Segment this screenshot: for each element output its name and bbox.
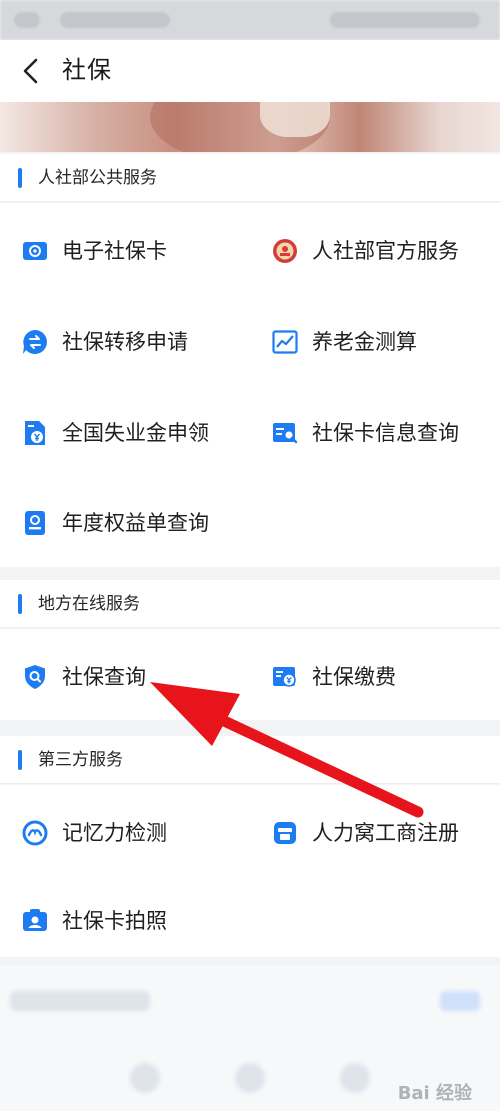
service-item-social-security-payment[interactable]: 社保缴费 [272, 657, 396, 697]
section-title: 地方在线服务 [38, 594, 140, 614]
banner-image[interactable] [0, 102, 500, 152]
service-label: 全国失业金申领 [62, 421, 209, 445]
bottom-area-blurred: Bai 经验 [0, 965, 500, 1111]
status-icon [14, 12, 40, 28]
service-item-e-card[interactable]: 电子社保卡 [22, 231, 167, 271]
section-header-local-services: 地方在线服务 [0, 580, 500, 628]
transfer-icon [23, 330, 47, 354]
section-title: 第三方服务 [38, 750, 123, 770]
service-label: 人力窝工商注册 [312, 821, 459, 845]
section-title: 人社部公共服务 [38, 168, 157, 188]
section-header-public-services: 人社部公共服务 [0, 154, 500, 202]
section-card-local-services: 社保查询 社保缴费 [0, 629, 500, 720]
service-label: 电子社保卡 [62, 239, 167, 263]
status-info [60, 12, 170, 28]
section-accent-bar [18, 168, 22, 188]
service-item-pension-calc[interactable]: 养老金测算 [272, 322, 417, 362]
status-bar [0, 0, 500, 40]
service-label: 社保缴费 [312, 665, 396, 689]
service-item-card-photo[interactable]: 社保卡拍照 [22, 901, 167, 941]
shop-icon [274, 822, 296, 844]
service-label: 社保卡信息查询 [312, 421, 459, 445]
section-card-public-services: 电子社保卡 人社部官方服务 社保转移申请 养老金测算 全国失业金申领 社保卡信息… [0, 203, 500, 567]
service-label: 养老金测算 [312, 330, 417, 354]
back-arrow-icon[interactable] [18, 55, 48, 87]
section-accent-bar [18, 594, 22, 614]
report-icon [25, 511, 45, 535]
card-icon [23, 242, 47, 260]
section-card-third-party: 记忆力检测 人力窝工商注册 社保卡拍照 [0, 785, 500, 957]
service-label: 记忆力检测 [62, 821, 167, 845]
app-header: 社保 [0, 40, 500, 102]
service-item-annual-report[interactable]: 年度权益单查询 [22, 503, 209, 543]
photo-id-icon [23, 909, 47, 931]
service-label: 年度权益单查询 [62, 511, 209, 535]
service-item-unemployment[interactable]: 全国失业金申领 [22, 413, 209, 453]
emblem-icon [273, 239, 297, 263]
page-title: 社保 [62, 56, 112, 84]
service-item-social-security-query[interactable]: 社保查询 [22, 657, 146, 697]
section-accent-bar [18, 750, 22, 770]
service-item-transfer[interactable]: 社保转移申请 [22, 322, 188, 362]
brain-icon [22, 820, 48, 846]
status-indicators [330, 12, 480, 28]
service-label: 人社部官方服务 [312, 239, 459, 263]
service-label: 社保查询 [62, 665, 146, 689]
service-item-official[interactable]: 人社部官方服务 [272, 231, 459, 271]
service-item-card-info[interactable]: 社保卡信息查询 [272, 413, 459, 453]
document-yuan-icon [25, 421, 45, 445]
chart-icon [272, 330, 298, 354]
service-item-memory-test[interactable]: 记忆力检测 [22, 813, 167, 853]
service-label: 社保转移申请 [62, 330, 188, 354]
service-label: 社保卡拍照 [62, 909, 167, 933]
section-header-third-party: 第三方服务 [0, 736, 500, 784]
payment-icon [273, 667, 296, 687]
shield-search-icon [25, 665, 45, 689]
watermark-logo: Bai 经验 [397, 1083, 472, 1104]
card-search-icon [273, 423, 298, 444]
service-item-business-registration[interactable]: 人力窝工商注册 [272, 813, 459, 853]
